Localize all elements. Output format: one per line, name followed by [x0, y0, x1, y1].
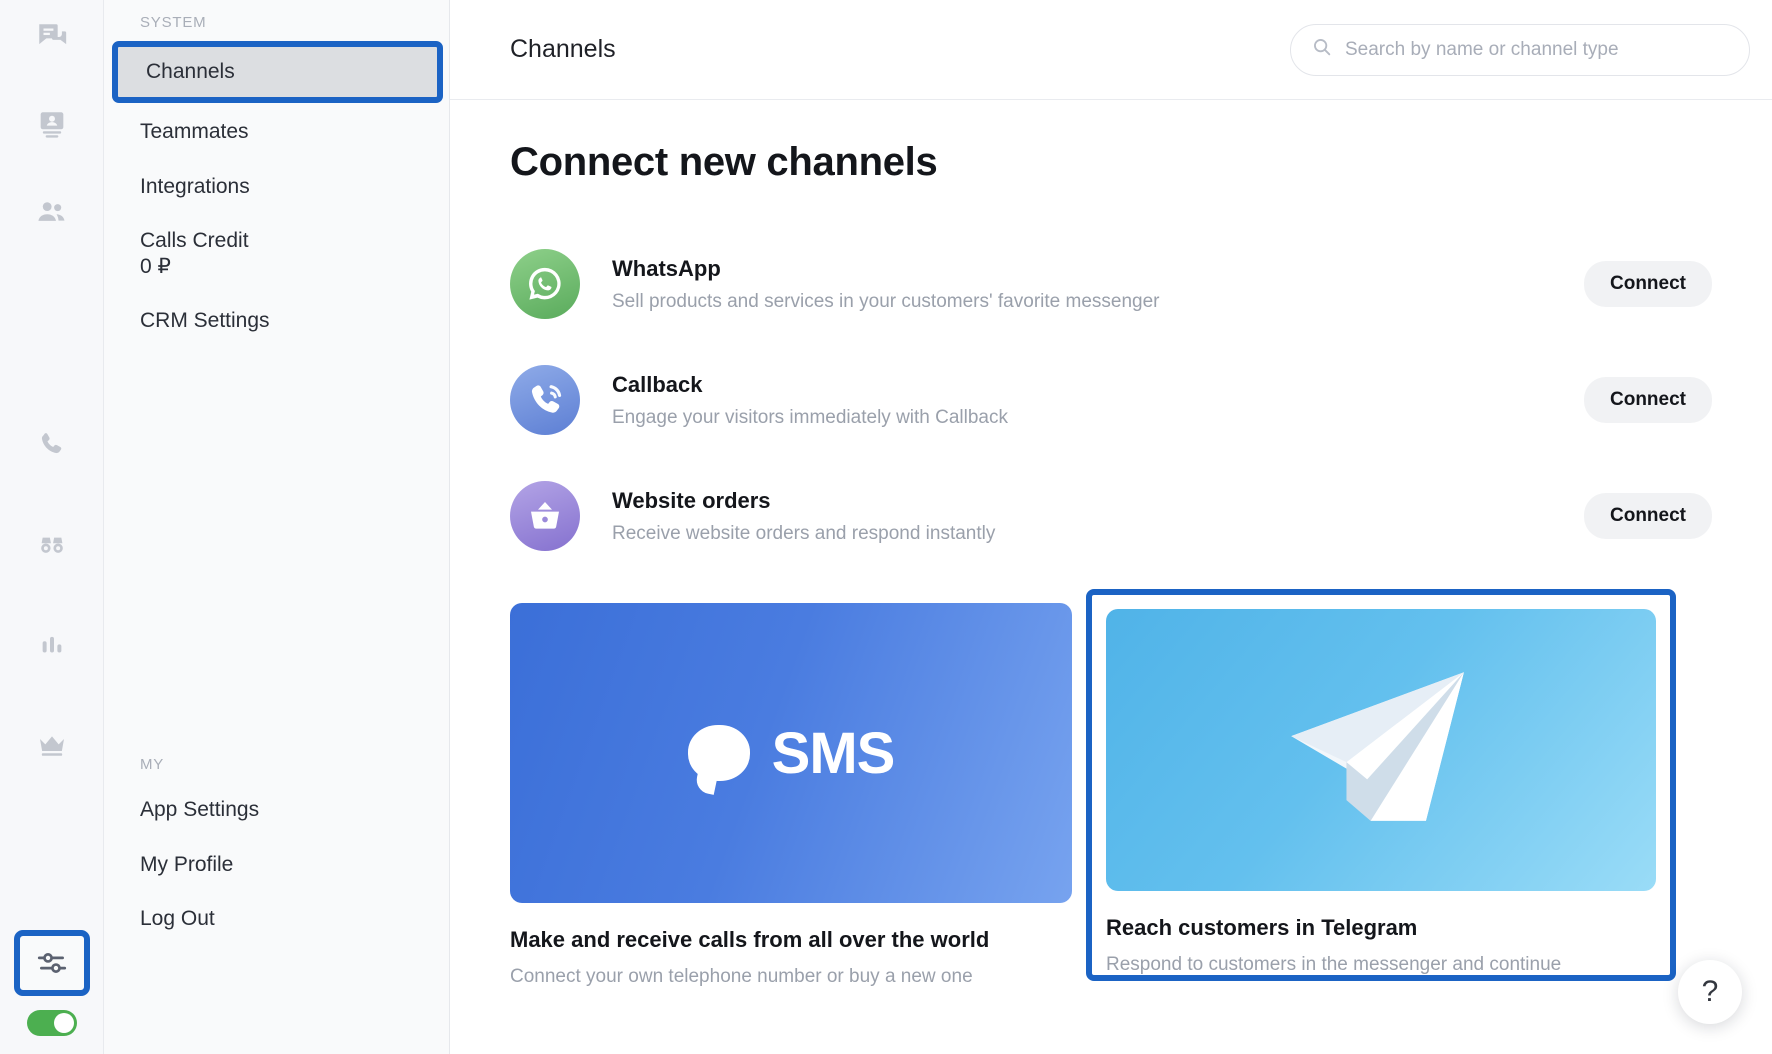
settings-sidebar: SYSTEM Channels Teammates Integrations C…	[104, 0, 450, 1054]
channel-description: Sell products and services in your custo…	[612, 290, 1160, 312]
search-box[interactable]	[1290, 23, 1750, 76]
channel-description: Receive website orders and respond insta…	[612, 522, 996, 544]
sidebar-item-log-out[interactable]: Log Out	[104, 892, 449, 946]
promo-card-title: Make and receive calls from all over the…	[510, 927, 990, 952]
analytics-icon[interactable]	[29, 622, 75, 668]
sms-logo: SMS	[687, 720, 896, 787]
promo-card-telegram[interactable]: Reach customers in Telegram Respond to c…	[1086, 589, 1676, 981]
main-panel: Channels Connect new channels	[450, 0, 1772, 1054]
basket-icon	[510, 481, 580, 551]
sidebar-item-settings-selected[interactable]	[13, 930, 90, 996]
channel-row-website-orders: Website orders Receive website orders an…	[510, 465, 1712, 567]
contacts-icon[interactable]	[29, 102, 75, 148]
toggle-knob	[53, 1013, 74, 1033]
sidebar-item-my-profile[interactable]: My Profile	[104, 838, 449, 892]
promo-card-sms[interactable]: SMS Make and receive calls from all over…	[510, 603, 1072, 992]
channel-text-callback: Callback Engage your visitors immediatel…	[612, 372, 1584, 429]
calls-icon[interactable]	[29, 422, 75, 468]
search-input[interactable]	[1345, 38, 1729, 61]
sidebar-group-label-my: MY	[140, 756, 165, 774]
sidebar-item-teammates[interactable]: Teammates	[104, 105, 449, 159]
channel-text-website-orders: Website orders Receive website orders an…	[612, 488, 1584, 545]
channel-row-callback: Callback Engage your visitors immediatel…	[510, 349, 1712, 451]
sms-card-art: SMS	[510, 603, 1072, 903]
channel-row-whatsapp: WhatsApp Sell products and services in y…	[510, 233, 1712, 335]
sidebar-my-section: MY App Settings My Profile Log Out	[104, 750, 449, 946]
channel-text-whatsapp: WhatsApp Sell products and services in y…	[612, 256, 1584, 313]
promo-card-telegram-wrapper: Reach customers in Telegram Respond to c…	[1086, 589, 1676, 992]
search-icon	[1311, 36, 1333, 63]
sidebar-item-integrations[interactable]: Integrations	[104, 160, 449, 214]
sidebar-item-calls-credit-value: 0 ₽	[140, 255, 171, 278]
channel-description: Engage your visitors immediately with Ca…	[612, 406, 1008, 428]
top-bar: Channels	[450, 0, 1772, 100]
sidebar-item-crm-settings[interactable]: CRM Settings	[104, 294, 449, 348]
channel-list: WhatsApp Sell products and services in y…	[510, 233, 1712, 567]
content-area: Connect new channels WhatsApp Sell produ…	[450, 100, 1772, 1054]
settings-sliders-icon	[29, 940, 75, 986]
sidebar-item-channels-label: Channels	[146, 60, 235, 83]
sidebar-group-label-system: SYSTEM	[140, 14, 207, 31]
sms-wordmark: SMS	[771, 720, 896, 786]
promo-card-description: Respond to customers in the messenger an…	[1106, 954, 1562, 975]
promo-card-list: SMS Make and receive calls from all over…	[510, 589, 1712, 992]
help-button[interactable]: ?	[1678, 960, 1742, 1024]
telegram-card-art	[1106, 609, 1656, 891]
breadcrumb-title: Channels	[510, 35, 616, 63]
telegram-plane-icon	[1291, 672, 1464, 821]
rail-mid-group	[29, 422, 75, 768]
channel-name: Callback	[612, 371, 703, 397]
promo-card-description: Connect your own telephone number or buy…	[510, 966, 973, 987]
connect-button-website-orders[interactable]: Connect	[1584, 493, 1712, 539]
icon-rail	[0, 0, 104, 1054]
sidebar-item-app-settings[interactable]: App Settings	[104, 783, 449, 837]
promo-card-title: Reach customers in Telegram	[1106, 915, 1418, 940]
connect-button-whatsapp[interactable]: Connect	[1584, 261, 1712, 307]
sidebar-item-channels[interactable]: Channels	[112, 41, 443, 104]
monitor-icon[interactable]	[29, 522, 75, 568]
rail-bottom-group	[0, 930, 103, 1036]
customers-icon[interactable]	[29, 190, 75, 236]
callback-phone-icon	[510, 365, 580, 435]
rail-top-group	[29, 0, 75, 236]
whatsapp-icon	[510, 249, 580, 319]
connect-button-callback[interactable]: Connect	[1584, 377, 1712, 423]
channel-name: Website orders	[612, 487, 771, 513]
page-title: Connect new channels	[510, 140, 938, 184]
online-status-toggle[interactable]	[26, 1010, 77, 1036]
crown-icon[interactable]	[29, 722, 75, 768]
question-mark-icon: ?	[1701, 975, 1719, 1008]
sidebar-item-calls-credit-label: Calls Credit	[140, 228, 249, 252]
chats-icon[interactable]	[29, 14, 75, 60]
channel-name: WhatsApp	[612, 255, 721, 281]
app-root: SYSTEM Channels Teammates Integrations C…	[0, 0, 1772, 1054]
sidebar-item-calls-credit[interactable]: Calls Credit 0 ₽	[104, 214, 449, 295]
chat-bubble-icon	[687, 725, 750, 781]
